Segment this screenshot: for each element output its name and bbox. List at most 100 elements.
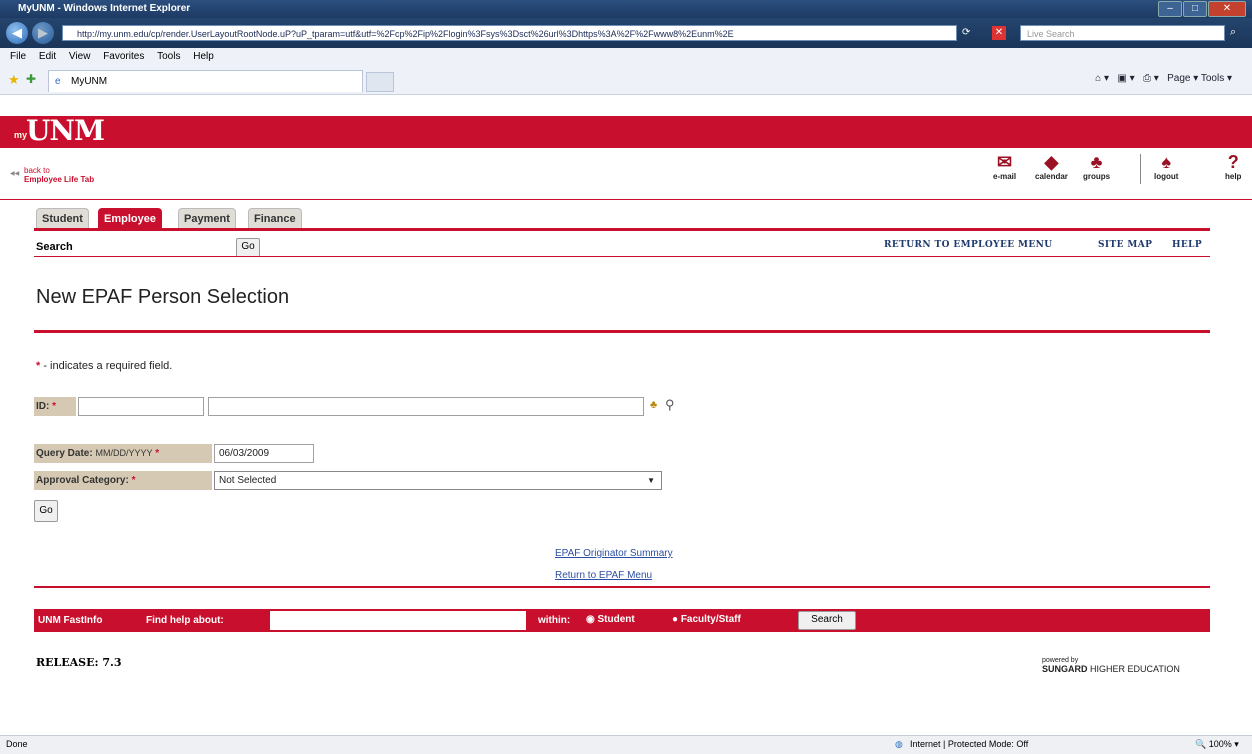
required-star-icon: *: [52, 401, 57, 412]
tab-student[interactable]: Student: [36, 208, 89, 229]
id-label-text: ID:: [36, 401, 50, 412]
forward-button[interactable]: ▶: [32, 22, 54, 44]
magnifier-icon[interactable]: ⚲: [665, 397, 675, 413]
menu-file[interactable]: File: [10, 51, 26, 62]
bottom-divider: [34, 586, 1210, 588]
help-icon: ?: [1227, 152, 1239, 172]
logout-link[interactable]: ♠ logout: [1154, 152, 1178, 181]
chevron-down-icon: ▼: [647, 476, 655, 485]
help-nav-link[interactable]: HELP: [1172, 240, 1202, 250]
groups-link[interactable]: ♣ groups: [1083, 152, 1110, 181]
menu-view[interactable]: View: [69, 51, 91, 62]
person-search-icon[interactable]: ♣: [650, 399, 657, 411]
envelope-icon: ✉: [997, 152, 1013, 172]
menu-help[interactable]: Help: [193, 51, 214, 62]
email-link[interactable]: ✉ e-mail: [993, 152, 1016, 181]
fastinfo-search-input[interactable]: [270, 611, 526, 630]
help-link[interactable]: ? help: [1225, 152, 1241, 181]
return-to-epaf-menu-link[interactable]: Return to EPAF Menu: [555, 570, 652, 581]
fastinfo-search-button[interactable]: Search: [798, 611, 856, 630]
back-button[interactable]: ◀: [6, 22, 28, 44]
home-icon[interactable]: ⌂ ▾: [1095, 73, 1109, 84]
minimize-button[interactable]: –: [1158, 1, 1182, 17]
zone-text: Internet | Protected Mode: Off: [910, 739, 1029, 749]
menu-favorites[interactable]: Favorites: [103, 51, 144, 62]
powered-by-text: powered by: [1042, 657, 1079, 664]
close-button[interactable]: ✕: [1208, 1, 1246, 17]
live-search-input[interactable]: Live Search: [1020, 25, 1225, 41]
sungard-logo: powered by SUNGARD HIGHER EDUCATION: [1042, 657, 1180, 674]
page-title: New EPAF Person Selection: [36, 286, 290, 308]
add-favorite-icon[interactable]: ✚: [26, 72, 36, 86]
radio-faculty-staff[interactable]: ● Faculty/Staff: [672, 614, 741, 625]
release-version: RELEASE: 7.3: [36, 656, 122, 669]
query-date-label-text: Query Date:: [36, 448, 93, 459]
status-bar: Done ◍ Internet | Protected Mode: Off 🔍 …: [0, 735, 1252, 754]
unm-logo[interactable]: UNM: [26, 114, 105, 147]
approval-category-select[interactable]: Not Selected ▼: [214, 471, 662, 490]
search-underline: [34, 256, 1210, 257]
go-button[interactable]: Go: [34, 500, 58, 522]
radio-student-label: Student: [597, 614, 635, 625]
globe-icon: ◍: [895, 739, 903, 749]
site-map-link[interactable]: SITE MAP: [1098, 240, 1152, 250]
tab-employee[interactable]: Employee: [98, 208, 162, 229]
url-field[interactable]: http://my.unm.edu/cp/render.UserLayoutRo…: [62, 25, 957, 41]
favorites-star-icon[interactable]: ★: [8, 72, 20, 88]
maximize-button[interactable]: □: [1183, 1, 1207, 17]
calendar-link[interactable]: ◆ calendar: [1035, 152, 1068, 181]
email-label: e-mail: [993, 172, 1017, 181]
approval-category-value: Not Selected: [219, 475, 277, 486]
command-bar[interactable]: ⌂ ▾ ▣ ▾ ⎙ ▾ Page ▾ Tools ▾: [1095, 73, 1232, 84]
radio-student[interactable]: ◉ Student: [586, 614, 635, 625]
browser-tab-label: MyUNM: [71, 76, 108, 87]
menu-tools[interactable]: Tools: [157, 51, 180, 62]
zoom-level[interactable]: 🔍 100% ▾: [1195, 739, 1239, 750]
required-star-icon: *: [131, 475, 136, 486]
sungard-text: SUNGARD: [1042, 664, 1088, 674]
fastinfo-bar: UNM FastInfo Find help about: within: ◉ …: [34, 609, 1210, 632]
id-label: ID: *: [34, 397, 76, 416]
window-title: MyUNM - Windows Internet Explorer: [18, 3, 191, 14]
tab-finance[interactable]: Finance: [248, 208, 302, 229]
logout-label: logout: [1154, 172, 1179, 181]
search-go-button[interactable]: Go: [236, 238, 260, 257]
zoom-value: 100%: [1208, 739, 1232, 749]
command-bar-labels[interactable]: Page ▾ Tools ▾: [1167, 73, 1232, 84]
browser-tab-myunm[interactable]: e MyUNM: [48, 70, 363, 92]
radio-faculty-staff-label: Faculty/Staff: [680, 614, 741, 625]
groups-icon: ♣: [1090, 152, 1103, 172]
menu-bar: File Edit View Favorites Tools Help: [0, 48, 1252, 67]
print-icon[interactable]: ⎙ ▾: [1143, 73, 1159, 84]
search-icon[interactable]: ⌕: [1230, 26, 1236, 39]
feeds-icon[interactable]: ▣ ▾: [1117, 73, 1134, 84]
title-divider: [34, 330, 1210, 333]
back-to-destination: Employee Life Tab: [24, 175, 95, 184]
calendar-label: calendar: [1035, 172, 1068, 181]
query-date-input[interactable]: 06/03/2009: [214, 444, 314, 463]
search-label: Search: [36, 241, 73, 253]
address-bar: ◀ ▶ http://my.unm.edu/cp/render.UserLayo…: [0, 18, 1252, 48]
epaf-originator-summary-link[interactable]: EPAF Originator Summary: [555, 548, 673, 559]
approval-category-label-text: Approval Category:: [36, 475, 129, 486]
refresh-icon[interactable]: ⟳: [962, 27, 970, 38]
stop-icon[interactable]: ✕: [992, 26, 1006, 40]
tab-underline: [34, 228, 1210, 231]
tab-payment[interactable]: Payment: [178, 208, 236, 229]
required-note-text: - indicates a required field.: [40, 360, 173, 372]
window-title-bar: MyUNM - Windows Internet Explorer – □ ✕: [0, 0, 1252, 18]
menu-edit[interactable]: Edit: [39, 51, 56, 62]
header-divider: [0, 199, 1252, 200]
new-tab-button[interactable]: [366, 72, 394, 92]
return-to-employee-menu-link[interactable]: RETURN TO EMPLOYEE MENU: [884, 240, 1053, 250]
fastinfo-brand: UNM FastInfo: [38, 615, 103, 626]
higher-education-text: HIGHER EDUCATION: [1090, 664, 1180, 674]
required-note: * - indicates a required field.: [36, 360, 172, 372]
back-to-link[interactable]: ◀◀ back to Employee Life Tab: [10, 166, 94, 184]
id-input[interactable]: [78, 397, 204, 416]
query-date-label: Query Date: MM/DD/YYYY *: [34, 444, 212, 463]
find-help-label: Find help about:: [146, 615, 224, 626]
icon-divider: [1140, 154, 1141, 184]
back-arrow-icon: ◀◀: [10, 171, 20, 177]
query-date-format: MM/DD/YYYY: [95, 448, 153, 458]
